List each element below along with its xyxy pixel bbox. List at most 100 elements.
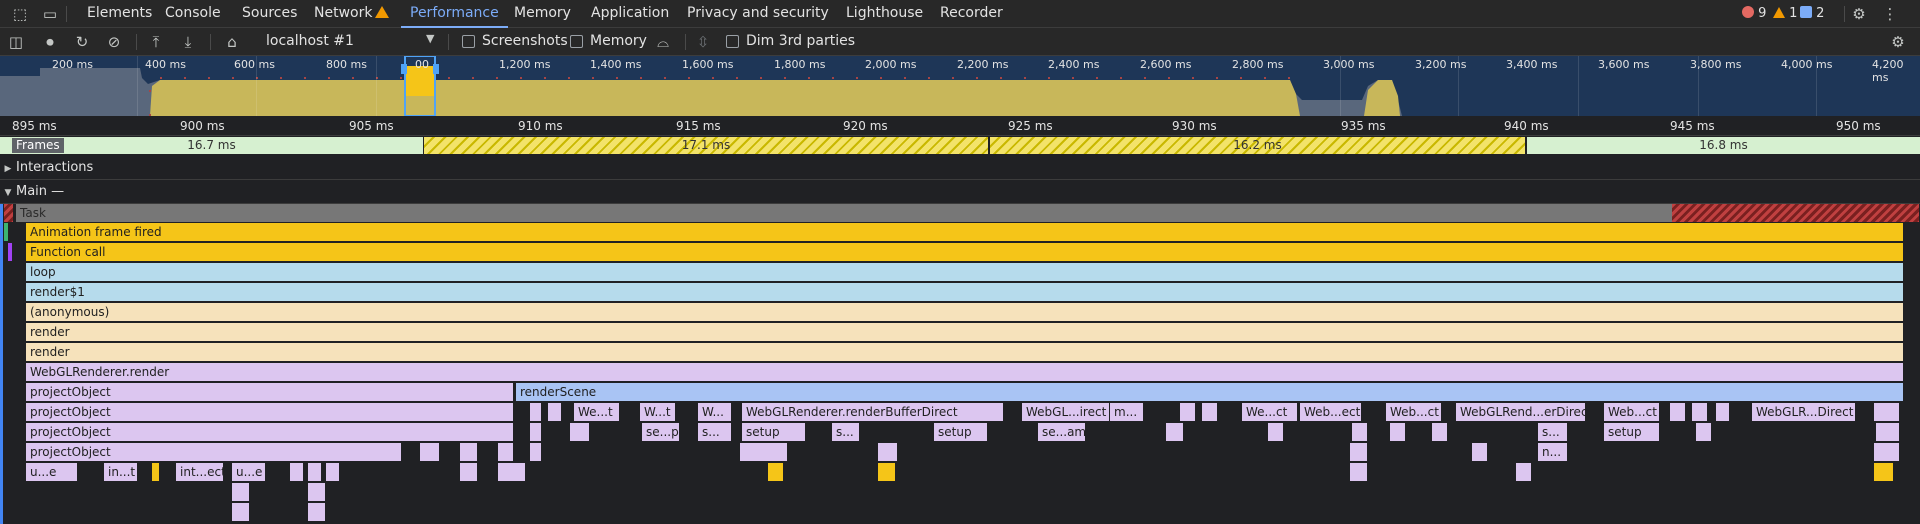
home-icon[interactable]: ⌂ <box>222 32 242 52</box>
timer-event[interactable] <box>1874 463 1894 481</box>
upload-profile-icon[interactable]: ⤒ <box>146 32 166 52</box>
screenshots-checkbox[interactable] <box>462 35 475 48</box>
setup-event[interactable]: se...p <box>642 423 680 441</box>
setup-event[interactable]: se...am <box>1038 423 1086 441</box>
small-event[interactable] <box>308 463 322 481</box>
webgl-render-event[interactable]: WebGLRenderer.render <box>26 363 1904 381</box>
small-event[interactable] <box>1432 423 1448 441</box>
small-event[interactable] <box>1350 443 1368 461</box>
small-event[interactable] <box>530 443 542 461</box>
small-event[interactable] <box>570 423 590 441</box>
render-buffer-direct-event[interactable]: m... <box>1110 403 1144 421</box>
small-event[interactable] <box>1692 403 1708 421</box>
garbage-collect-icon[interactable]: ⌓ <box>653 32 673 52</box>
render-buffer-direct-event[interactable]: Web...ct <box>1604 403 1660 421</box>
render-buffer-direct-event[interactable]: W... <box>698 403 732 421</box>
setup-event[interactable]: s... <box>1538 423 1568 441</box>
timeline-overview[interactable]: 200 ms 400 ms 600 ms 800 ms 00 1,200 ms … <box>0 56 1920 116</box>
small-event[interactable] <box>290 463 304 481</box>
render-buffer-direct-event[interactable]: Web...ect <box>1300 403 1362 421</box>
render-buffer-direct-event[interactable]: WebGLRenderer.renderBufferDirect <box>742 403 1004 421</box>
small-event[interactable] <box>1516 463 1532 481</box>
small-event[interactable] <box>420 443 440 461</box>
frame-block[interactable]: 17.1 ms <box>424 137 988 154</box>
tab-privacy-security[interactable]: Privacy and security <box>687 0 829 28</box>
small-event[interactable] <box>1696 423 1712 441</box>
small-event[interactable] <box>1352 423 1368 441</box>
small-event[interactable] <box>1268 423 1284 441</box>
tab-recorder[interactable]: Recorder <box>940 0 1003 28</box>
small-event[interactable] <box>1180 403 1196 421</box>
render-buffer-direct-event[interactable]: WebGLRend...erDirect <box>1456 403 1586 421</box>
toggle-sidebar-icon[interactable]: ◫ <box>6 32 26 52</box>
small-event[interactable] <box>740 443 788 461</box>
small-event[interactable] <box>1670 403 1686 421</box>
record-icon[interactable]: ⏺ <box>40 32 60 52</box>
overview-selection-handle-left[interactable] <box>401 64 407 74</box>
small-event[interactable] <box>1350 463 1368 481</box>
render-buffer-direct-event[interactable]: Web...ct <box>1386 403 1442 421</box>
setup-event[interactable]: s... <box>698 423 732 441</box>
main-flame-chart[interactable]: Task Animation frame fired Function call… <box>0 204 1920 524</box>
setup-event[interactable]: setup <box>1604 423 1660 441</box>
render-buffer-direct-event[interactable]: W...t <box>640 403 676 421</box>
device-toolbar-icon[interactable]: ▭ <box>40 4 60 24</box>
reload-record-icon[interactable]: ↻ <box>72 32 92 52</box>
render-buffer-direct-event[interactable]: We...t <box>574 403 620 421</box>
small-event[interactable] <box>1874 443 1900 461</box>
small-event[interactable] <box>498 463 526 481</box>
small-event[interactable] <box>1716 403 1730 421</box>
loop-event[interactable]: loop <box>26 263 1904 281</box>
main-track-header[interactable]: ▼ Main — <box>0 180 1920 204</box>
memory-checkbox[interactable] <box>570 35 583 48</box>
setup-event[interactable]: s... <box>832 423 860 441</box>
small-event[interactable] <box>460 463 478 481</box>
project-object-event[interactable]: projectObject <box>26 403 514 421</box>
small-event[interactable] <box>308 503 326 521</box>
render-buffer-direct-event[interactable]: WebGL...irect <box>1022 403 1110 421</box>
issues-count-badge[interactable]: 2 <box>1800 6 1824 21</box>
render-event[interactable]: render <box>26 343 1904 361</box>
project-object-event[interactable]: projectObject <box>26 383 514 401</box>
tab-memory[interactable]: Memory <box>514 0 571 28</box>
nested-event[interactable]: n... <box>1538 443 1568 461</box>
small-event[interactable] <box>1202 403 1218 421</box>
error-count-badge[interactable]: 9 <box>1742 6 1766 21</box>
project-object-event[interactable]: projectObject <box>26 443 402 461</box>
timer-event[interactable] <box>878 463 896 481</box>
small-event[interactable] <box>1472 443 1488 461</box>
animation-frame-event[interactable]: Animation frame fired <box>26 223 1904 241</box>
small-event[interactable] <box>232 483 250 501</box>
project-object-event[interactable]: projectObject <box>26 423 514 441</box>
render1-event[interactable]: render$1 <box>26 283 1904 301</box>
dim-third-parties-checkbox[interactable] <box>726 35 739 48</box>
tab-performance[interactable]: Performance <box>401 0 508 28</box>
small-event[interactable] <box>878 443 898 461</box>
render-buffer-direct-event[interactable]: WebGLR...Direct <box>1752 403 1856 421</box>
download-profile-icon[interactable]: ⤓ <box>178 32 198 52</box>
small-event[interactable] <box>530 423 542 441</box>
timer-event[interactable] <box>152 463 160 481</box>
target-select[interactable]: localhost #1 ▼ <box>258 31 440 53</box>
anonymous-event[interactable]: (anonymous) <box>26 303 1904 321</box>
frame-block[interactable]: 16.2 ms <box>990 137 1525 154</box>
intersect-event[interactable]: int...ect <box>176 463 224 481</box>
small-event[interactable] <box>1166 423 1184 441</box>
timer-event[interactable] <box>768 463 784 481</box>
update-event[interactable]: u...e <box>232 463 266 481</box>
tab-network[interactable]: Network <box>314 0 390 28</box>
inspect-element-icon[interactable]: ⬚ <box>10 4 30 24</box>
small-event[interactable] <box>530 403 542 421</box>
setup-event[interactable]: setup <box>742 423 806 441</box>
small-event[interactable] <box>460 443 478 461</box>
small-event[interactable] <box>232 503 250 521</box>
small-event[interactable] <box>1874 403 1900 421</box>
init-event[interactable]: in...t <box>104 463 138 481</box>
render-scene-event[interactable]: renderScene <box>516 383 1904 401</box>
small-event[interactable] <box>498 443 514 461</box>
task-event[interactable]: Task <box>16 204 1920 222</box>
clear-icon[interactable]: ⊘ <box>104 32 124 52</box>
function-call-event[interactable]: Function call <box>26 243 1904 261</box>
setup-event[interactable]: setup <box>934 423 988 441</box>
small-event[interactable] <box>308 483 326 501</box>
